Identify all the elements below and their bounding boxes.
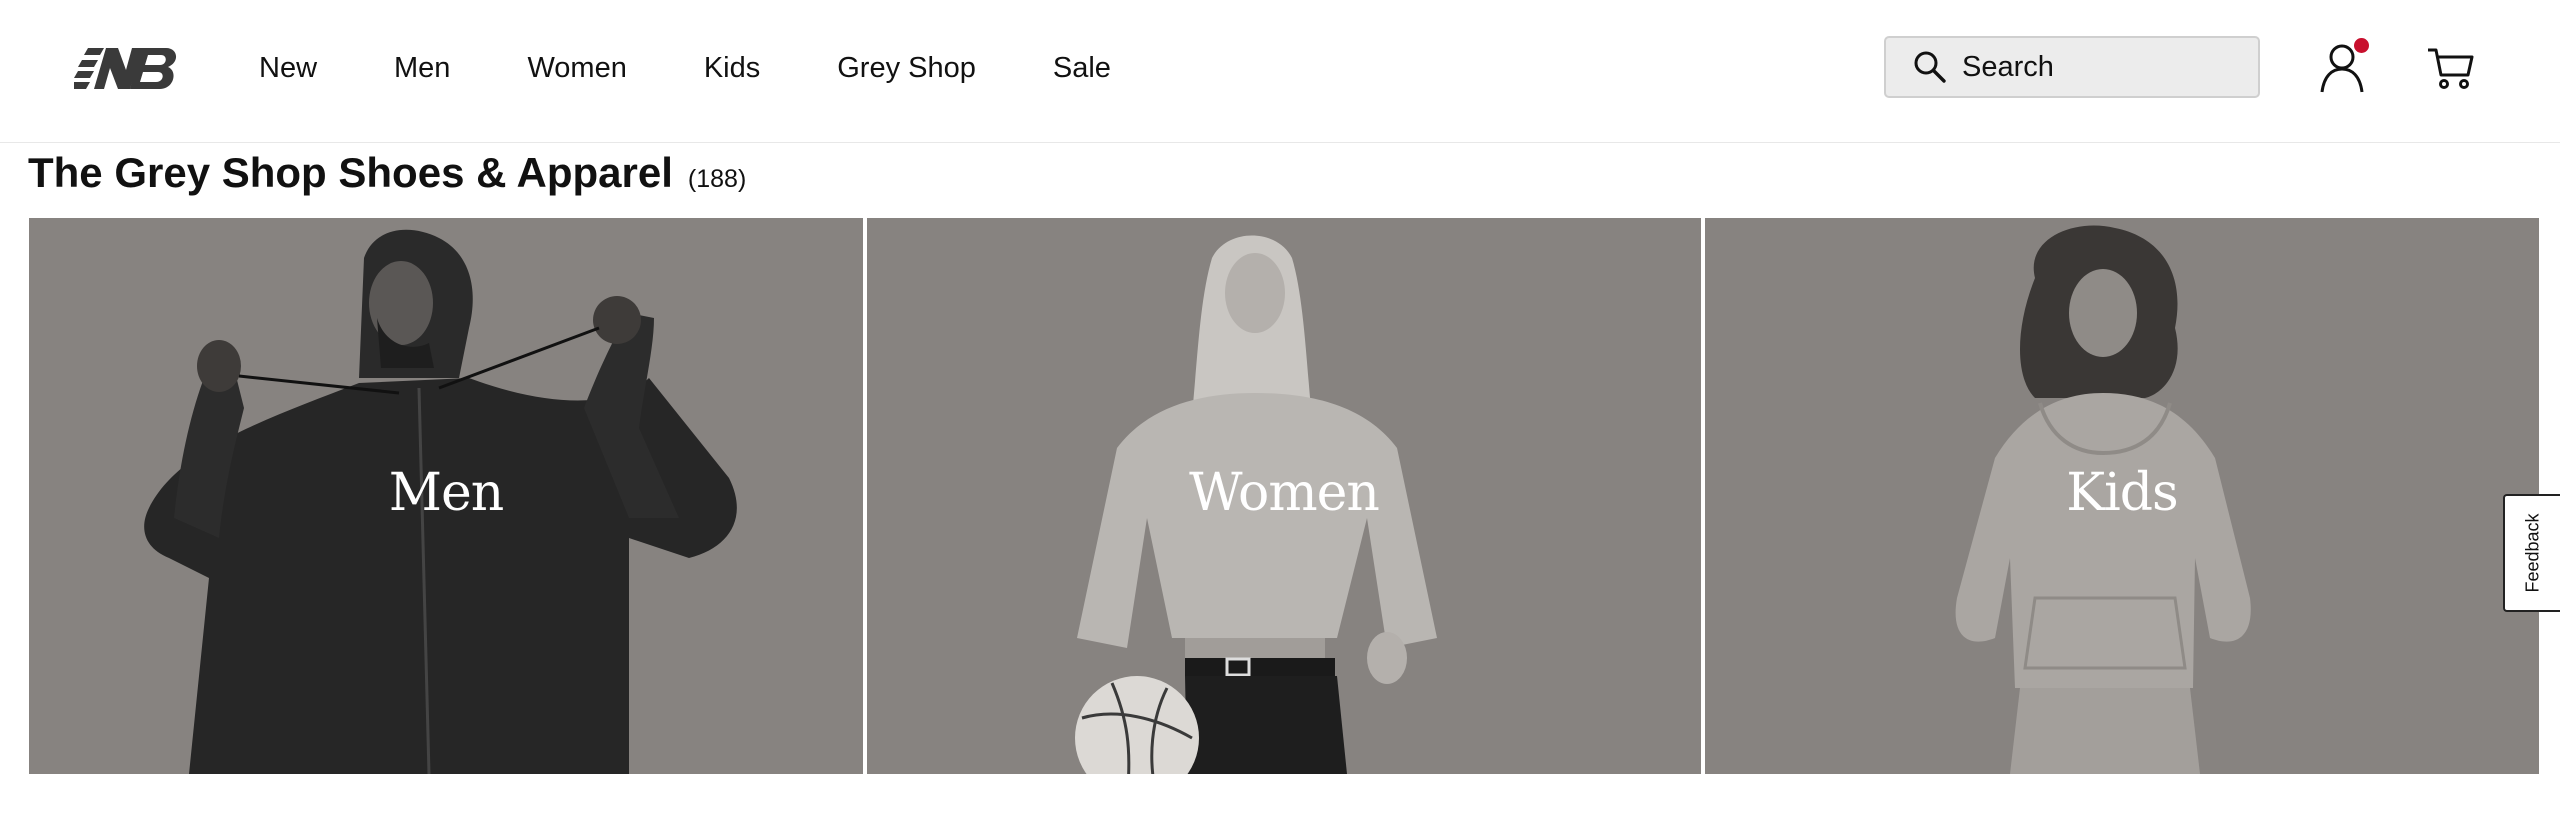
nav-item-men[interactable]: Men bbox=[394, 46, 450, 90]
feedback-label: Feedback bbox=[2522, 513, 2542, 593]
tile-label-women: Women bbox=[1189, 463, 1380, 523]
nav-item-new[interactable]: New bbox=[259, 46, 317, 90]
category-tile-men[interactable]: Men bbox=[29, 218, 863, 774]
nav-item-kids[interactable]: Kids bbox=[704, 46, 760, 90]
tile-label-men: Men bbox=[388, 463, 505, 523]
site-header: New Men Women Kids Grey Shop Sale bbox=[0, 0, 2560, 143]
notification-dot bbox=[2354, 38, 2369, 53]
page-title: The Grey Shop Shoes & Apparel bbox=[28, 149, 673, 196]
cart-icon bbox=[2428, 48, 2474, 89]
category-tiles: Men Women Kids bbox=[29, 218, 2539, 774]
new-balance-logo[interactable] bbox=[74, 44, 178, 92]
page-title-row: The Grey Shop Shoes & Apparel (188) bbox=[28, 146, 746, 200]
feedback-tab[interactable]: Feedback bbox=[2503, 494, 2560, 612]
nav-item-sale[interactable]: Sale bbox=[1053, 46, 1111, 90]
nav-item-grey-shop[interactable]: Grey Shop bbox=[837, 46, 976, 90]
category-tile-kids[interactable]: Kids bbox=[1705, 218, 2539, 774]
account-button[interactable] bbox=[2318, 38, 2372, 94]
cart-button[interactable] bbox=[2426, 44, 2476, 92]
main-nav: New Men Women Kids Grey Shop Sale bbox=[259, 46, 1188, 90]
tile-label-kids: Kids bbox=[2066, 463, 2178, 523]
nav-item-women[interactable]: Women bbox=[527, 46, 626, 90]
search-box[interactable] bbox=[1884, 36, 2260, 98]
search-icon bbox=[1912, 49, 1948, 85]
product-count: (188) bbox=[687, 165, 747, 193]
category-tile-women[interactable]: Women bbox=[867, 218, 1701, 774]
search-input[interactable] bbox=[1962, 50, 2242, 84]
